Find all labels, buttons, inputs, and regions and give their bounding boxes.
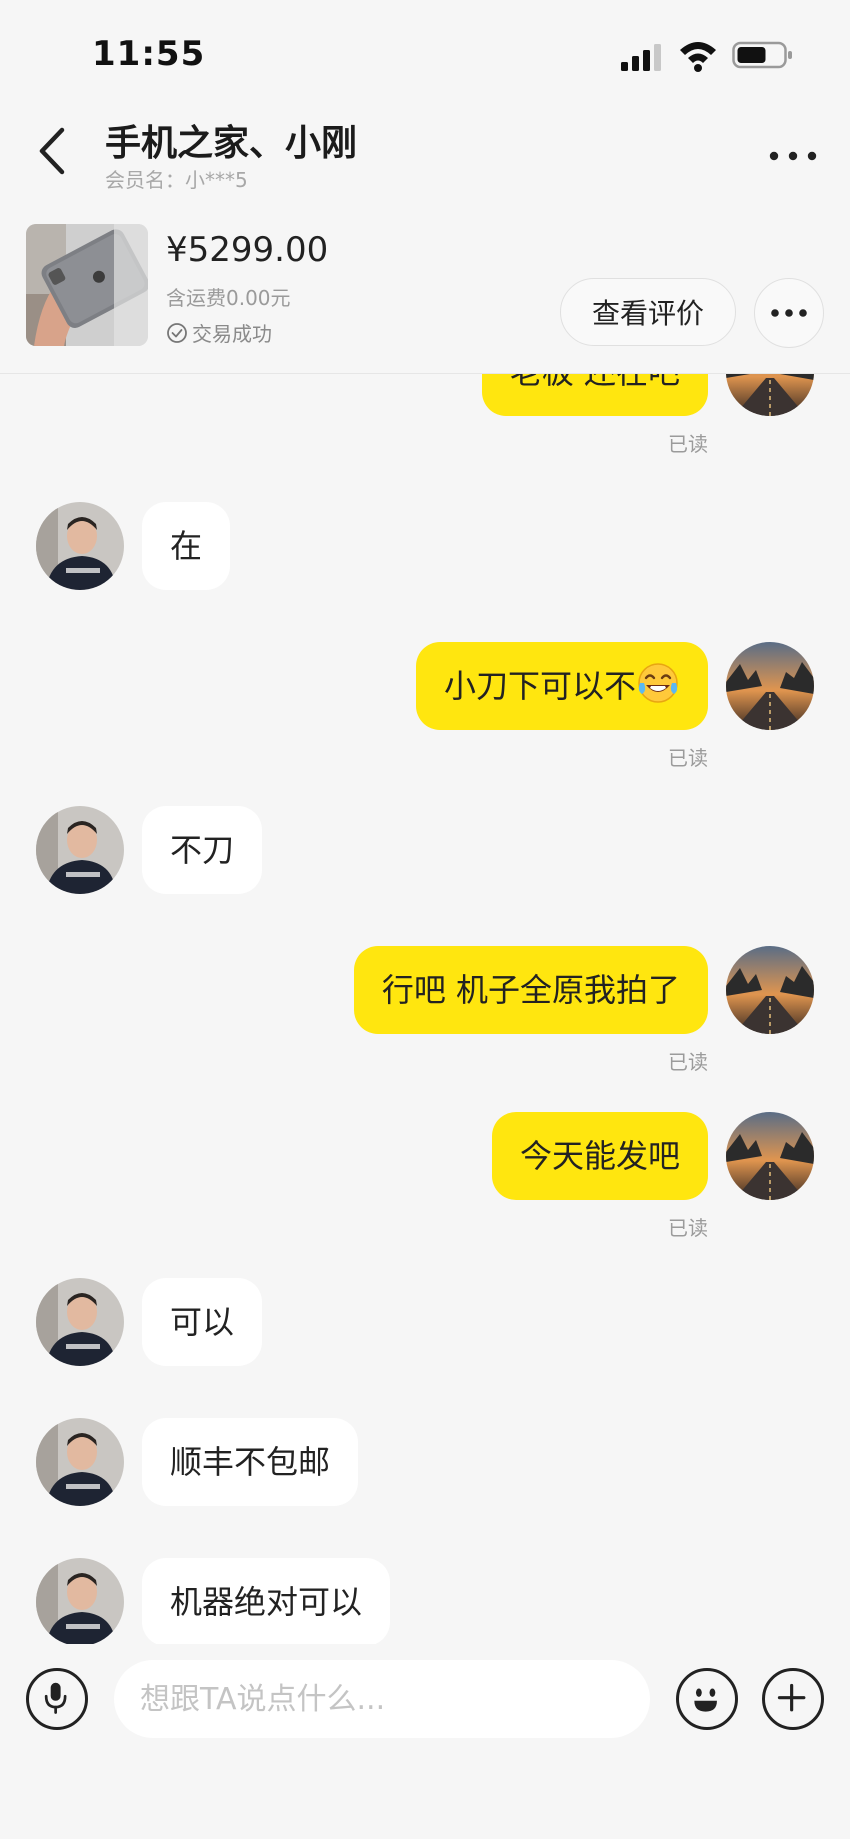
road-sunset-avatar [726,374,814,416]
contact-name: 手机之家、小刚 [105,123,358,164]
seller-avatar[interactable] [36,806,124,894]
member-name: 会员名：小***5 [105,168,248,192]
status-bar: 11:55 [0,0,850,100]
message-input[interactable] [114,1660,650,1738]
message-bubble[interactable]: 不刀 [142,806,263,894]
voice-button[interactable] [26,1668,88,1730]
tears-of-joy-emoji [638,663,678,703]
view-review-button[interactable]: 查看评价 [560,278,736,346]
battery-icon [732,41,792,69]
my-avatar[interactable] [726,374,814,416]
message-text: 小刀下可以不 [443,667,636,705]
seller-avatar[interactable] [36,1418,124,1506]
more-dots-icon[interactable] [766,136,820,176]
product-price: ¥5299.00 [166,230,329,270]
read-receipt: 已读 [668,432,708,456]
read-receipt: 已读 [668,1050,708,1074]
plus-circle-icon [777,1683,806,1712]
my-avatar[interactable] [726,642,814,730]
message-bubble[interactable]: 在 [142,502,231,590]
road-sunset-avatar [726,946,814,1034]
read-receipt: 已读 [668,746,708,770]
more-dots-icon [771,309,807,317]
shipping-fee: 含运费0.00元 [166,286,291,310]
product-image[interactable] [26,224,148,346]
seller-avatar[interactable] [36,502,124,590]
microphone-icon [44,1682,67,1714]
seller-portrait-avatar [36,1278,124,1366]
message-bubble[interactable]: 小刀下可以不 [415,642,708,730]
back-arrow-icon[interactable] [30,122,78,180]
ipad-product-photo [26,224,148,346]
input-bar [0,1644,850,1839]
road-sunset-avatar [726,642,814,730]
message-list[interactable]: 老板 还在吧 已读 在 [0,374,850,1644]
seller-portrait-avatar [36,1418,124,1506]
message-bubble[interactable]: 今天能发吧 [491,1112,708,1200]
message-bubble[interactable]: 机器绝对可以 [142,1558,391,1644]
smiley-face-icon [694,1688,717,1712]
seller-portrait-avatar [36,806,124,894]
signal-icon [621,44,661,71]
wifi-icon [680,42,716,72]
seller-avatar[interactable] [36,1278,124,1366]
road-sunset-avatar [726,1112,814,1200]
message-bubble[interactable]: 顺丰不包邮 [142,1418,359,1506]
my-avatar[interactable] [726,946,814,1034]
seller-portrait-avatar [36,1558,124,1644]
check-circle-icon [167,322,187,343]
emoji-button[interactable] [676,1668,738,1730]
seller-avatar[interactable] [36,1558,124,1644]
transaction-status: 交易成功 [166,318,272,347]
my-avatar[interactable] [726,1112,814,1200]
transaction-status-label: 交易成功 [192,322,272,346]
message-bubble[interactable]: 可以 [142,1278,263,1366]
message-bubble[interactable]: 行吧 机子全原我拍了 [353,946,708,1034]
message-bubble[interactable]: 老板 还在吧 [481,374,708,416]
chat-header: 手机之家、小刚 会员名：小***5 [0,100,850,212]
read-receipt: 已读 [668,1216,708,1240]
status-time: 11:55 [92,34,206,74]
product-card: ¥5299.00 含运费0.00元 交易成功 查看评价 [0,212,850,374]
more-actions-button[interactable] [762,1668,824,1730]
product-more-button[interactable] [754,278,824,348]
seller-portrait-avatar [36,502,124,590]
